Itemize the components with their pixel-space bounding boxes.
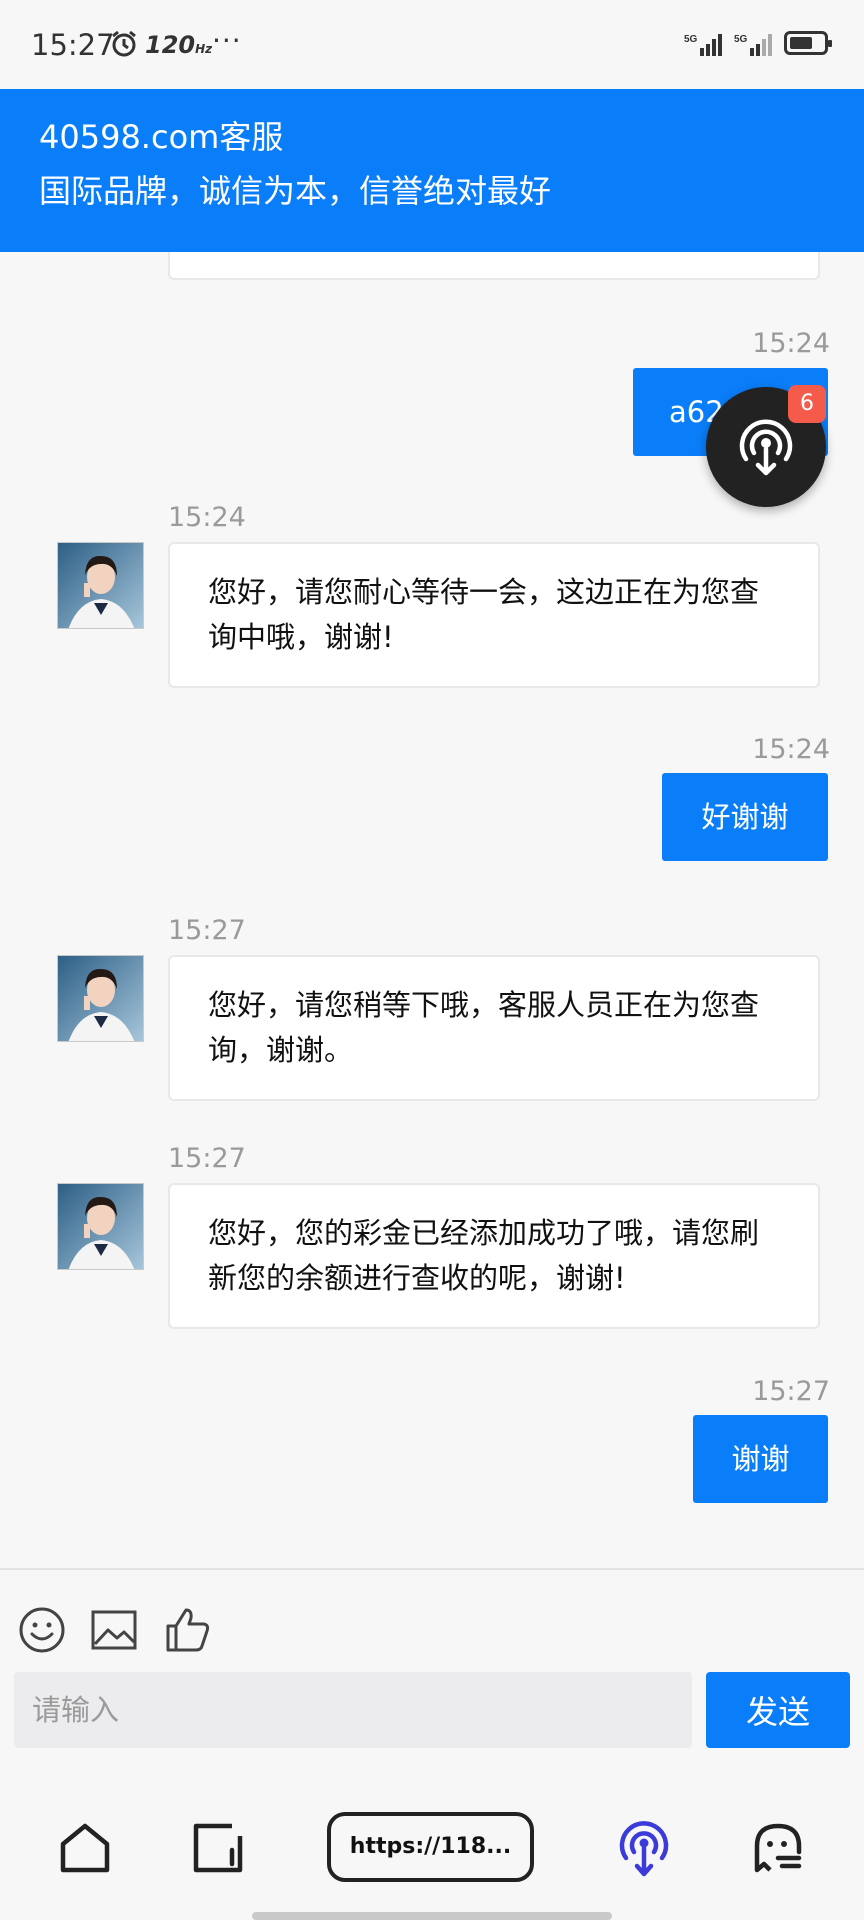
send-button[interactable]: 发送 bbox=[706, 1672, 850, 1748]
incoming-message[interactable]: 您好，您的彩金已经添加成功了哦，请您刷新您的余额进行查收的呢，谢谢! bbox=[168, 1183, 820, 1329]
status-bar: 15:27 120Hz ··· 5G 5G bbox=[0, 0, 864, 89]
chat-header: 40598.com客服 国际品牌，诚信为本，信誉绝对最好 bbox=[0, 89, 864, 252]
browser-nav-bar: https://118... bbox=[0, 1760, 864, 1920]
refresh-rate-value: 120 bbox=[145, 31, 196, 59]
podcast-touch-icon bbox=[739, 419, 793, 476]
message-time: 15:24 bbox=[168, 502, 246, 533]
network-label-1: 5G bbox=[684, 34, 698, 45]
message-composer: 发送 bbox=[0, 1568, 864, 1760]
message-time: 15:27 bbox=[752, 1376, 830, 1407]
thumbs-up-icon[interactable] bbox=[164, 1606, 212, 1658]
refresh-rate: 120Hz bbox=[145, 31, 212, 59]
podcast-icon[interactable] bbox=[616, 1818, 672, 1882]
signal-5g-icon-2: 5G bbox=[734, 32, 776, 60]
incoming-message[interactable]: 您好，请您稍等下哦，客服人员正在为您查询，谢谢。 bbox=[168, 955, 820, 1101]
home-icon[interactable] bbox=[58, 1822, 112, 1878]
outgoing-message[interactable]: 好谢谢 bbox=[662, 773, 828, 861]
header-title: 40598.com客服 bbox=[39, 118, 284, 156]
notification-badge: 6 bbox=[788, 385, 826, 423]
message-time: 15:24 bbox=[752, 734, 830, 765]
message-time: 15:24 bbox=[752, 328, 830, 359]
message-input[interactable] bbox=[14, 1672, 692, 1748]
header-subtitle: 国际品牌，诚信为本，信誉绝对最好 bbox=[39, 172, 552, 210]
home-indicator[interactable] bbox=[252, 1912, 612, 1920]
outgoing-message[interactable]: 谢谢 bbox=[693, 1415, 828, 1503]
ghost-icon[interactable] bbox=[752, 1822, 804, 1878]
status-time: 15:27 bbox=[31, 28, 115, 62]
emoji-icon[interactable] bbox=[18, 1606, 66, 1658]
signal-5g-icon-1: 5G bbox=[684, 32, 726, 60]
image-icon[interactable] bbox=[90, 1606, 138, 1658]
url-bar[interactable]: https://118... bbox=[327, 1812, 534, 1882]
agent-avatar bbox=[57, 955, 144, 1042]
agent-avatar bbox=[57, 1183, 144, 1270]
battery-icon bbox=[784, 31, 832, 55]
network-label-2: 5G bbox=[734, 34, 748, 45]
agent-avatar bbox=[57, 542, 144, 629]
partial-message-bubble bbox=[168, 252, 820, 280]
tabs-icon[interactable] bbox=[192, 1822, 244, 1878]
alarm-icon bbox=[110, 30, 138, 62]
more-icon: ··· bbox=[212, 24, 242, 57]
message-time: 15:27 bbox=[168, 915, 246, 946]
incoming-message[interactable]: 您好，请您耐心等待一会，这边正在为您查询中哦，谢谢! bbox=[168, 542, 820, 688]
refresh-rate-unit: Hz bbox=[195, 42, 213, 56]
message-time: 15:27 bbox=[168, 1143, 246, 1174]
